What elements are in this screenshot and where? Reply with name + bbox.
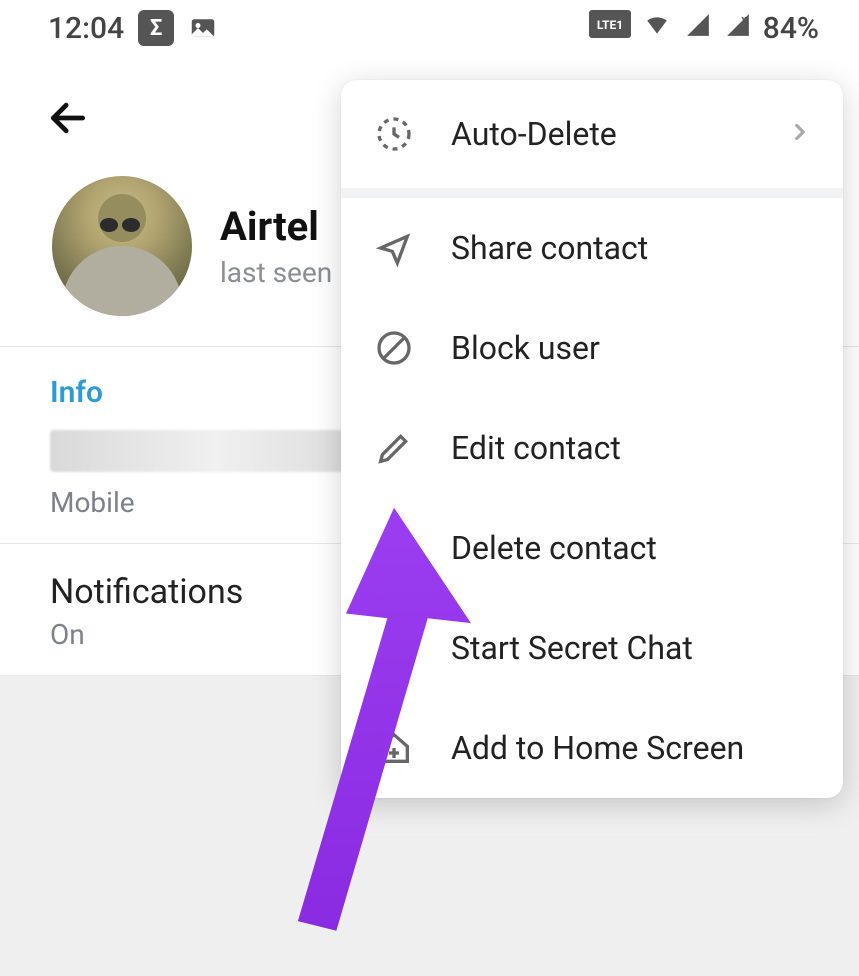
menu-delete-contact[interactable]: Delete contact bbox=[341, 498, 843, 598]
menu-item-label: Edit contact bbox=[451, 429, 621, 467]
screenshot-notification-icon bbox=[188, 13, 218, 43]
menu-add-home-screen[interactable]: Add to Home Screen bbox=[341, 698, 843, 798]
block-icon bbox=[371, 325, 417, 371]
menu-block-user[interactable]: Block user bbox=[341, 298, 843, 398]
trash-icon bbox=[371, 525, 417, 571]
lock-icon bbox=[371, 625, 417, 671]
back-button[interactable] bbox=[40, 90, 96, 146]
svg-text:x: x bbox=[741, 12, 747, 25]
signal-2-icon: x bbox=[723, 11, 753, 46]
menu-item-label: Auto-Delete bbox=[451, 115, 617, 153]
menu-auto-delete[interactable]: Auto-Delete bbox=[341, 80, 843, 188]
volte-icon: LTE1 bbox=[589, 10, 631, 46]
menu-item-label: Share contact bbox=[451, 229, 648, 267]
menu-item-label: Add to Home Screen bbox=[451, 729, 744, 767]
menu-start-secret-chat[interactable]: Start Secret Chat bbox=[341, 598, 843, 698]
menu-item-label: Block user bbox=[451, 329, 600, 367]
wifi-icon bbox=[641, 11, 673, 46]
options-menu: Auto-Delete Share contact Block user Edi… bbox=[341, 80, 843, 798]
app-notification-icon: Σ bbox=[138, 10, 174, 46]
status-bar: 12:04 Σ LTE1 x 84% bbox=[0, 0, 859, 56]
timer-icon bbox=[371, 111, 417, 157]
phone-number-redacted bbox=[50, 430, 380, 472]
menu-edit-contact[interactable]: Edit contact bbox=[341, 398, 843, 498]
avatar[interactable] bbox=[52, 176, 192, 316]
share-icon bbox=[371, 225, 417, 271]
svg-text:LTE1: LTE1 bbox=[597, 18, 623, 32]
pencil-icon bbox=[371, 425, 417, 471]
clock: 12:04 bbox=[48, 11, 124, 46]
menu-item-label: Delete contact bbox=[451, 529, 657, 567]
battery-percentage: 84% bbox=[763, 11, 819, 46]
home-plus-icon bbox=[371, 725, 417, 771]
signal-1-icon bbox=[683, 11, 713, 46]
chevron-right-icon bbox=[787, 115, 813, 153]
menu-share-contact[interactable]: Share contact bbox=[341, 198, 843, 298]
menu-item-label: Start Secret Chat bbox=[451, 629, 693, 667]
